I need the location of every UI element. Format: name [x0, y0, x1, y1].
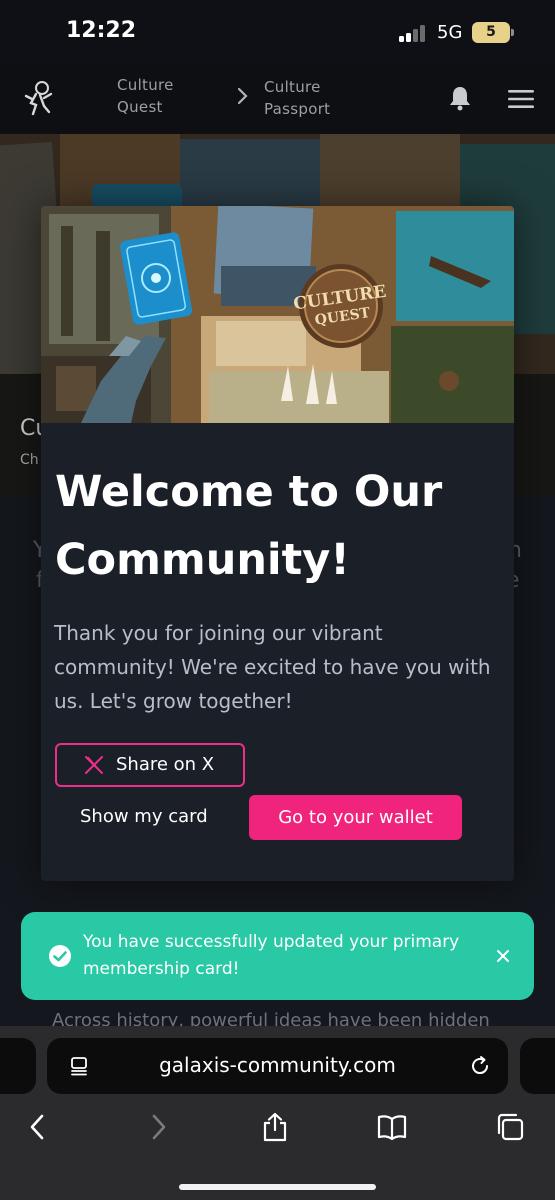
- share-on-x-button[interactable]: Share on X: [55, 743, 245, 787]
- close-icon[interactable]: [494, 947, 512, 965]
- x-logo-icon: [85, 756, 103, 774]
- battery-level: 5: [486, 24, 496, 40]
- hero-subtitle-fragment: Ch: [20, 452, 39, 468]
- show-my-card-button[interactable]: Show my card: [80, 806, 208, 827]
- network-label: 5G: [437, 22, 463, 43]
- share-icon[interactable]: [260, 1112, 290, 1142]
- culture-quest-banner-image: CULTURE QUEST: [41, 206, 514, 423]
- tabs-icon[interactable]: [495, 1112, 525, 1142]
- welcome-modal: CULTURE QUEST Welcome to Our Community! …: [41, 206, 514, 881]
- address-bar[interactable]: galaxis-community.com: [47, 1038, 508, 1094]
- reload-icon[interactable]: [469, 1055, 491, 1077]
- home-indicator: [179, 1184, 376, 1190]
- check-circle-icon: [49, 945, 71, 967]
- url-text: galaxis-community.com: [159, 1053, 396, 1077]
- cellular-signal-icon: [399, 24, 429, 42]
- modal-description: Thank you for joining our vibrant commun…: [54, 621, 491, 713]
- astronaut-logo-icon[interactable]: [22, 79, 56, 117]
- breadcrumb-culture-quest[interactable]: Culture Quest: [117, 74, 207, 118]
- status-time: 12:22: [66, 18, 137, 43]
- forward-icon: [152, 1114, 166, 1140]
- bookmarks-icon[interactable]: [377, 1112, 407, 1142]
- status-bar: 12:22 5G 5: [0, 0, 555, 62]
- battery-cap: [511, 29, 514, 36]
- toast-message: You have successfully updated your prima…: [83, 932, 460, 979]
- app-header: Culture Quest Culture Passport: [0, 62, 555, 134]
- back-icon[interactable]: [23, 1112, 53, 1142]
- share-on-x-label: Share on X: [116, 754, 215, 775]
- breadcrumb-culture-passport[interactable]: Culture Passport: [264, 76, 354, 120]
- chevron-right-icon: [237, 87, 248, 105]
- hamburger-menu-icon[interactable]: [508, 89, 534, 109]
- browser-toolbar: galaxis-community.com: [0, 1026, 555, 1200]
- modal-title: Welcome to Our Community!: [55, 467, 443, 585]
- bell-icon[interactable]: [448, 85, 472, 111]
- go-to-wallet-button[interactable]: Go to your wallet: [249, 795, 462, 840]
- next-tab-preview[interactable]: [520, 1038, 555, 1094]
- battery-icon: 5: [472, 22, 510, 43]
- success-toast: You have successfully updated your prima…: [21, 912, 534, 1000]
- previous-tab-preview[interactable]: [0, 1038, 36, 1094]
